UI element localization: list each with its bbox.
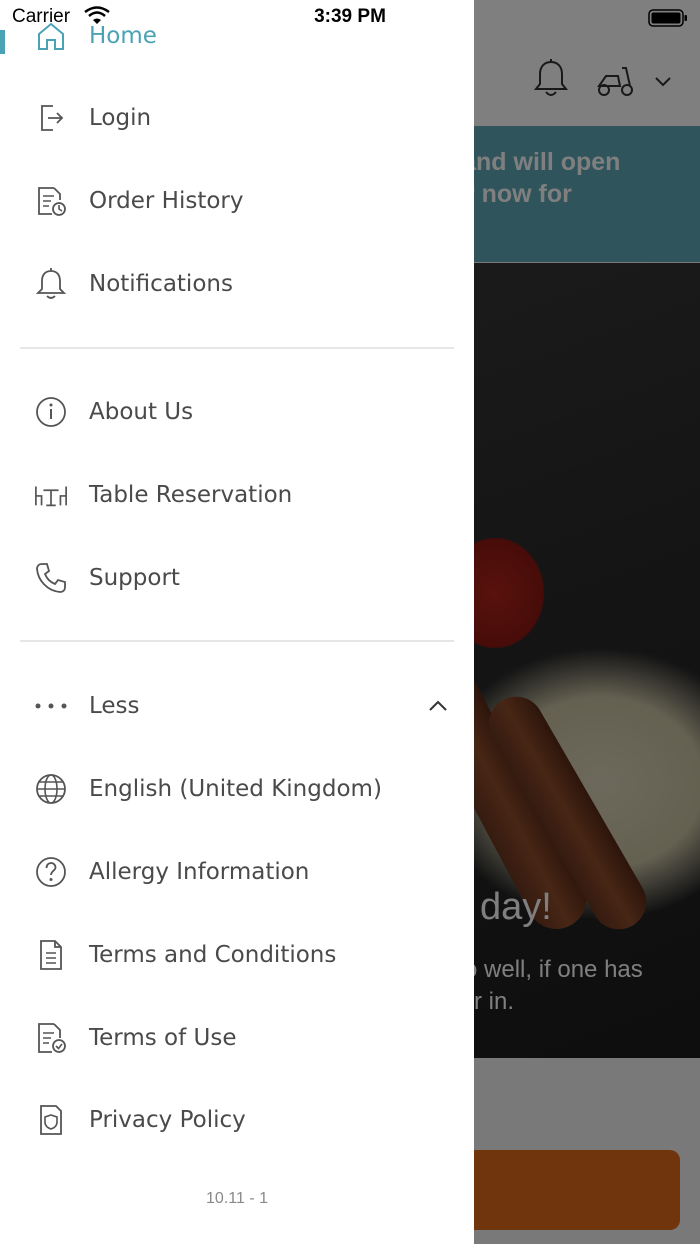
menu-label: About Us (89, 399, 194, 425)
menu-label: Terms of Use (89, 1025, 237, 1051)
menu-label: Order History (89, 188, 244, 214)
globe-icon (34, 772, 68, 806)
menu-item-table-reservation[interactable]: Table Reservation (0, 465, 474, 525)
status-bar: Carrier 3:39 PM (0, 0, 700, 36)
menu-item-terms-and-conditions[interactable]: Terms and Conditions (0, 925, 474, 985)
menu-label: Terms and Conditions (89, 942, 337, 968)
question-icon (34, 855, 68, 889)
app-version: 10.11 - 1 (206, 1190, 268, 1207)
menu-item-support[interactable]: Support (0, 548, 474, 608)
menu-divider (20, 347, 454, 349)
more-dots-icon (34, 689, 68, 723)
order-history-icon (34, 184, 68, 218)
document-list-icon (34, 938, 68, 972)
bell-icon (34, 267, 68, 301)
menu-item-order-history[interactable]: Order History (0, 171, 474, 231)
menu-item-login[interactable]: Login (0, 88, 474, 148)
phone-icon (34, 561, 68, 595)
menu-label: Table Reservation (89, 482, 293, 508)
side-drawer: Home Login Order History Notifications A… (0, 0, 474, 1244)
menu-label: Login (89, 105, 152, 131)
menu-item-notifications[interactable]: Notifications (0, 254, 474, 314)
document-check-icon (34, 1021, 68, 1055)
menu-item-less[interactable]: Less (0, 676, 474, 736)
status-time: 3:39 PM (314, 6, 386, 27)
menu-label: English (United Kingdom) (89, 776, 382, 802)
menu-label: Allergy Information (89, 859, 310, 885)
shield-icon (34, 1103, 68, 1137)
menu-label: Support (89, 565, 180, 591)
menu-item-language[interactable]: English (United Kingdom) (0, 759, 474, 819)
menu-label: Notifications (89, 271, 233, 297)
menu-label: Less (89, 693, 140, 719)
menu-item-privacy-policy[interactable]: Privacy Policy (0, 1090, 474, 1150)
chevron-up-icon (429, 700, 447, 711)
menu-label: Privacy Policy (89, 1107, 246, 1133)
menu-item-allergy-information[interactable]: Allergy Information (0, 842, 474, 902)
menu-item-about-us[interactable]: About Us (0, 382, 474, 442)
battery-icon (648, 9, 687, 27)
login-icon (34, 101, 68, 135)
table-icon (34, 478, 68, 512)
menu-divider (20, 640, 454, 642)
menu-item-terms-of-use[interactable]: Terms of Use (0, 1008, 474, 1068)
info-icon (34, 395, 68, 429)
